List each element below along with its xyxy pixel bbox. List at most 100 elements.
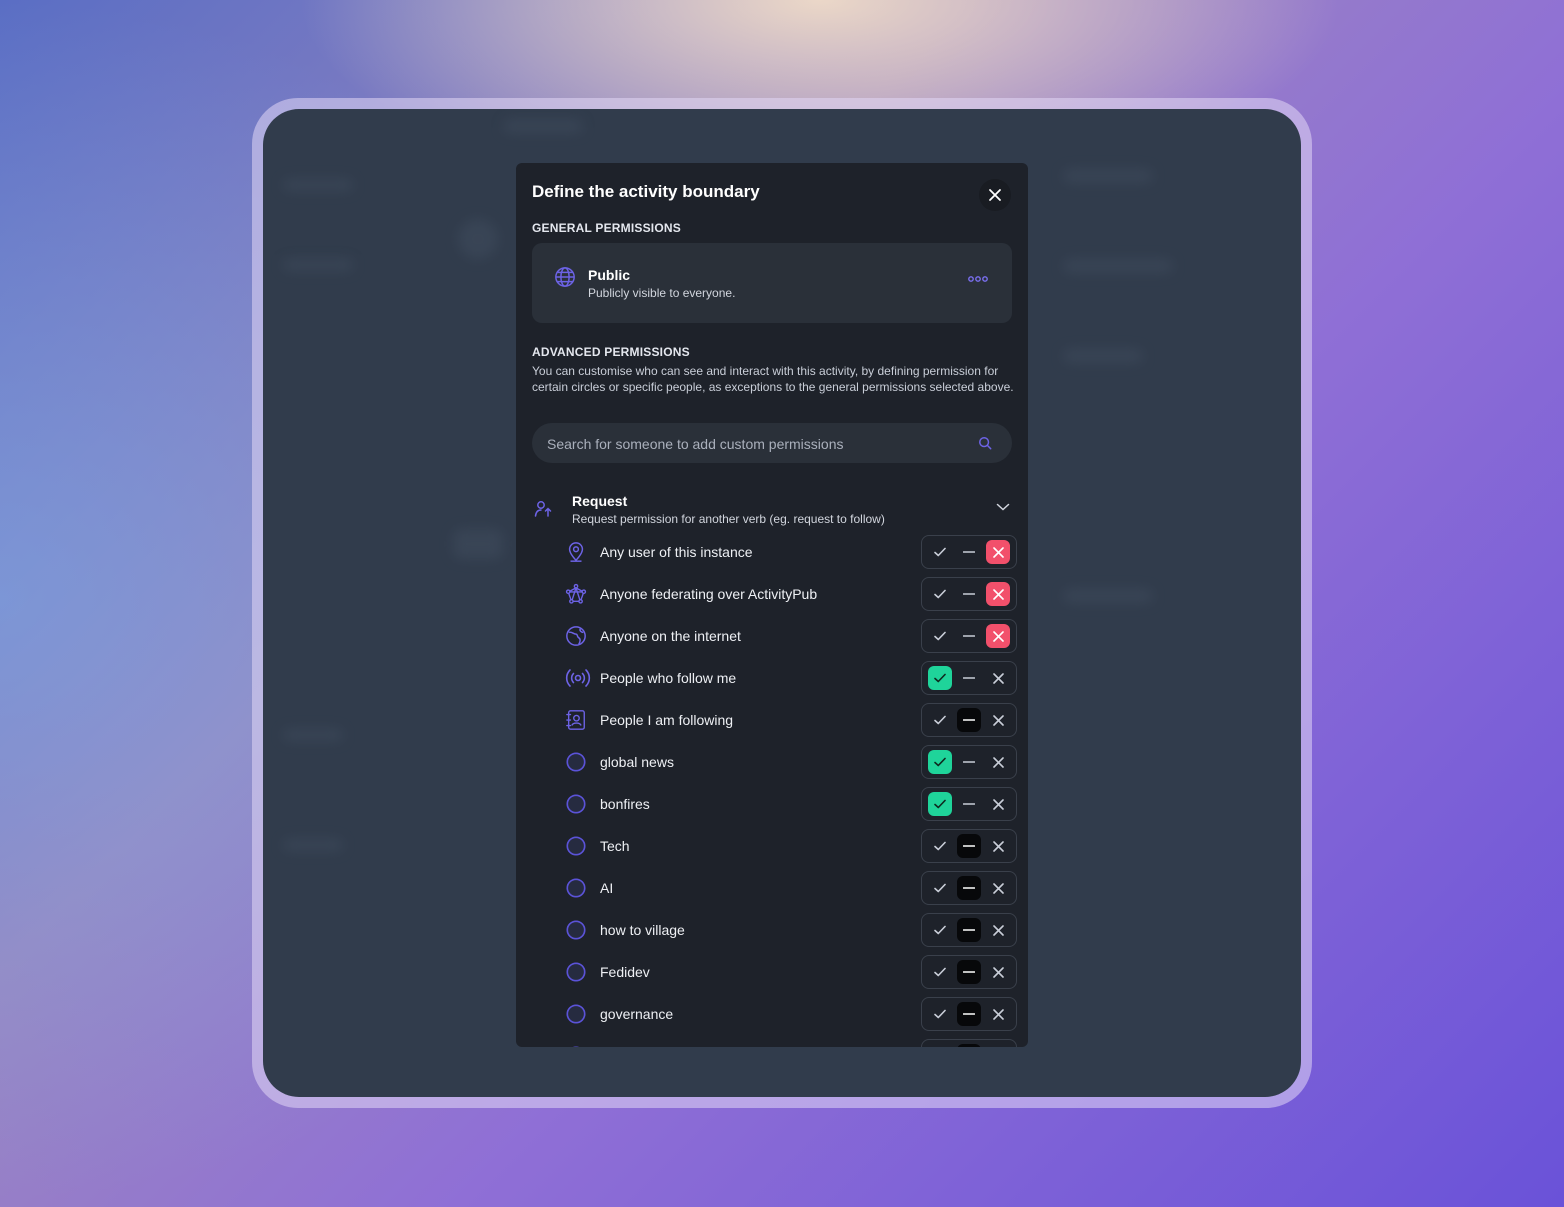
deny-option[interactable] <box>986 666 1010 690</box>
circle-icon <box>565 919 587 941</box>
permission-row: People who follow me <box>516 661 1028 695</box>
default-option[interactable] <box>956 1044 981 1047</box>
deny-option[interactable] <box>986 624 1011 648</box>
default-option[interactable] <box>957 792 981 816</box>
permission-toggle <box>921 1039 1017 1047</box>
dash-icon <box>962 971 975 973</box>
request-user-icon <box>534 501 552 517</box>
default-option[interactable] <box>956 1002 981 1026</box>
advanced-permissions-label: ADVANCED PERMISSIONS <box>532 345 690 359</box>
circle-icon <box>565 751 587 773</box>
x-icon <box>993 630 1004 642</box>
deny-option[interactable] <box>986 960 1010 984</box>
default-option[interactable] <box>957 540 981 564</box>
allow-option[interactable] <box>928 1002 952 1026</box>
chevron-down-icon[interactable] <box>996 503 1010 511</box>
permission-row-label: AI <box>600 880 614 896</box>
contact-book-icon <box>565 709 587 731</box>
permission-toggle <box>921 997 1017 1031</box>
verb-request-header[interactable]: Request Request permission for another v… <box>532 491 1012 531</box>
x-icon <box>993 1008 1004 1020</box>
general-permissions-label: GENERAL PERMISSIONS <box>532 221 681 235</box>
x-icon <box>993 924 1004 936</box>
permission-row: AI <box>516 871 1028 905</box>
default-option[interactable] <box>957 750 981 774</box>
allow-option[interactable] <box>927 792 952 816</box>
verb-title: Request <box>572 493 628 509</box>
circle-icon <box>565 1003 587 1025</box>
general-permission-card[interactable]: Public Publicly visible to everyone. <box>532 243 1012 323</box>
permission-row <box>516 1039 1028 1047</box>
circle-icon <box>565 835 587 857</box>
deny-option[interactable] <box>986 582 1011 606</box>
default-option[interactable] <box>957 666 981 690</box>
allow-option[interactable] <box>928 708 952 732</box>
permission-row-label: Fedidev <box>600 964 650 980</box>
permission-toggle <box>921 829 1017 863</box>
allow-option[interactable] <box>928 834 952 858</box>
default-option[interactable] <box>956 918 981 942</box>
allow-option[interactable] <box>928 876 952 900</box>
deny-option[interactable] <box>986 750 1010 774</box>
check-icon <box>933 715 946 725</box>
default-option[interactable] <box>956 960 981 984</box>
permission-toggle <box>921 535 1017 569</box>
allow-option[interactable] <box>928 1044 952 1047</box>
dash-icon <box>962 803 975 805</box>
default-option[interactable] <box>956 834 981 858</box>
permission-row-label: Tech <box>600 838 630 854</box>
x-icon <box>993 714 1004 726</box>
x-icon <box>993 882 1004 894</box>
search-icon[interactable] <box>978 436 992 450</box>
deny-option[interactable] <box>986 834 1010 858</box>
globe-icon <box>555 267 575 287</box>
dash-icon <box>962 593 975 595</box>
allow-option[interactable] <box>928 582 952 606</box>
dash-icon <box>962 929 975 931</box>
default-option[interactable] <box>956 876 981 900</box>
allow-option[interactable] <box>927 666 952 690</box>
activity-boundary-modal: Define the activity boundary GENERAL PER… <box>516 163 1028 1047</box>
permission-toggle <box>921 577 1017 611</box>
deny-option[interactable] <box>986 792 1010 816</box>
default-option[interactable] <box>957 582 981 606</box>
x-icon <box>993 546 1004 558</box>
deny-option[interactable] <box>986 708 1010 732</box>
deny-option[interactable] <box>986 1044 1010 1047</box>
permission-row: governance <box>516 997 1028 1031</box>
search-input[interactable] <box>545 423 969 465</box>
permission-toggle <box>921 787 1017 821</box>
permission-row-label: Anyone on the internet <box>600 628 741 644</box>
deny-option[interactable] <box>986 540 1011 564</box>
default-option[interactable] <box>956 708 981 732</box>
close-icon <box>989 189 1001 201</box>
deny-option[interactable] <box>986 1002 1010 1026</box>
permission-row-label: People who follow me <box>600 670 737 686</box>
verb-subtitle: Request permission for another verb (eg.… <box>572 512 885 526</box>
permission-row-label: global news <box>600 754 674 770</box>
permission-row-label: Any user of this instance <box>600 544 753 560</box>
default-option[interactable] <box>957 624 981 648</box>
modal-title: Define the activity boundary <box>532 182 760 201</box>
allow-option[interactable] <box>928 960 952 984</box>
allow-option[interactable] <box>927 750 952 774</box>
allow-option[interactable] <box>928 540 952 564</box>
permission-row-label: how to village <box>600 922 685 938</box>
dash-icon <box>962 677 975 679</box>
permission-row: Anyone on the internet <box>516 619 1028 653</box>
permission-toggle <box>921 745 1017 779</box>
federation-icon <box>565 583 587 605</box>
broadcast-icon <box>565 667 591 689</box>
more-options-icon[interactable] <box>968 275 988 283</box>
deny-option[interactable] <box>986 918 1010 942</box>
dash-icon <box>962 1013 975 1015</box>
allow-option[interactable] <box>928 624 952 648</box>
check-icon <box>933 757 946 767</box>
permission-row: Fedidev <box>516 955 1028 989</box>
permission-toggle <box>921 661 1017 695</box>
internet-globe-icon <box>565 625 587 647</box>
allow-option[interactable] <box>928 918 952 942</box>
deny-option[interactable] <box>986 876 1010 900</box>
check-icon <box>933 547 946 557</box>
close-button[interactable] <box>979 179 1011 211</box>
